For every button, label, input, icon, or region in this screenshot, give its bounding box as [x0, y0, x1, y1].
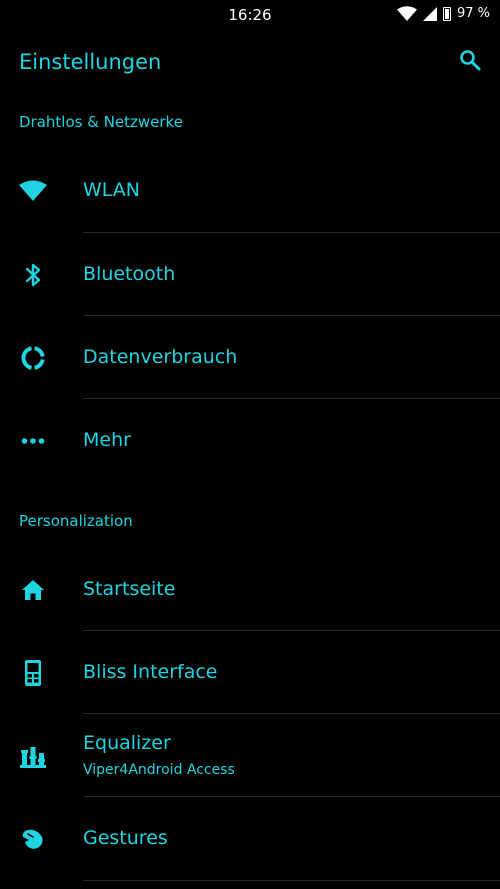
- settings-item-label: Gestures: [83, 827, 168, 849]
- settings-item-bliss-interface[interactable]: Bliss Interface: [0, 631, 500, 714]
- equalizer-icon: [18, 741, 48, 771]
- battery-icon: [442, 6, 451, 21]
- data-usage-icon: [18, 343, 48, 373]
- divider: [83, 880, 500, 881]
- settings-item-label: WLAN: [83, 179, 141, 201]
- search-icon: [459, 49, 481, 75]
- settings-item-gestures[interactable]: Gestures: [0, 797, 500, 880]
- settings-item-label: Bluetooth: [83, 263, 176, 285]
- settings-item-wlan[interactable]: WLAN: [0, 149, 500, 232]
- more-dots-icon: [18, 426, 48, 456]
- settings-item-equalizer[interactable]: Equalizer Viper4Android Access: [0, 714, 500, 797]
- status-bar: 16:26 97 %: [0, 0, 500, 30]
- section-header-personalization: Personalization: [19, 512, 133, 530]
- settings-item-label: Datenverbrauch: [83, 346, 238, 368]
- wifi-icon: [18, 176, 48, 206]
- settings-item-subtitle: Viper4Android Access: [83, 762, 235, 778]
- settings-item-more[interactable]: Mehr: [0, 399, 500, 482]
- settings-item-data-usage[interactable]: Datenverbrauch: [0, 316, 500, 399]
- gesture-hand-icon: [18, 824, 48, 854]
- settings-item-home[interactable]: Startseite: [0, 548, 500, 631]
- settings-item-label: Startseite: [83, 578, 176, 600]
- settings-item-bluetooth[interactable]: Bluetooth: [0, 233, 500, 316]
- section-header-wireless: Drahtlos & Netzwerke: [19, 113, 183, 131]
- settings-item-label: Bliss Interface: [83, 661, 218, 683]
- cell-signal-icon: [422, 6, 437, 21]
- page-title: Einstellungen: [19, 50, 162, 74]
- settings-item-label: Equalizer: [83, 732, 171, 754]
- settings-item-label: Mehr: [83, 429, 131, 451]
- home-icon: [18, 575, 48, 605]
- status-icons: 97 %: [396, 6, 490, 21]
- app-bar: Einstellungen: [0, 36, 500, 92]
- bluetooth-icon: [18, 260, 48, 290]
- phone-interface-icon: [18, 658, 48, 688]
- search-button[interactable]: [456, 48, 484, 76]
- wifi-icon: [396, 6, 417, 21]
- battery-percentage: 97 %: [456, 6, 490, 21]
